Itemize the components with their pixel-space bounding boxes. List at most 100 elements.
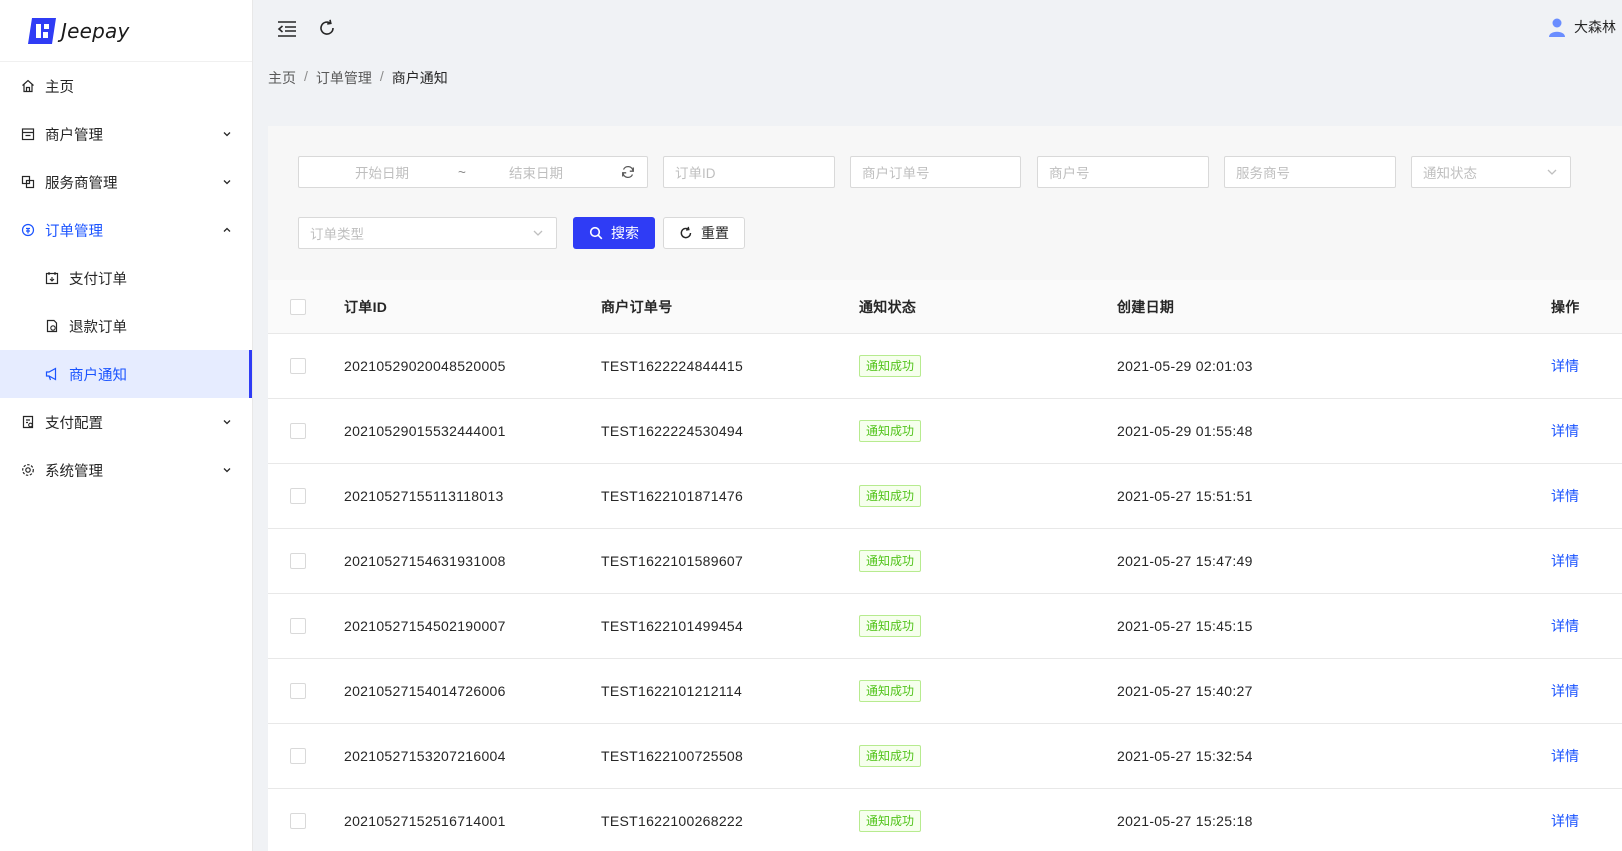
chevron-down-icon [1546,166,1558,178]
mch-order-no-cell: TEST1622101499454 [601,618,744,634]
sidebar-item-label: 系统管理 [45,463,103,480]
table-row: 20210527154014726006 TEST1622101212114 通… [268,659,1622,724]
pay-config-icon [20,414,36,430]
status-badge: 通知成功 [859,810,922,832]
order-id-cell: 20210529020048520005 [344,358,506,374]
select-all-checkbox[interactable] [290,298,306,315]
content-card: 开始日期 ~ 结束日期 订单ID 商户订单号 商户号 服务商号 通知状态 订单类… [268,126,1622,851]
sidebar-item-notify[interactable]: 商户通知 [0,350,252,398]
breadcrumb-home[interactable]: 主页 [268,68,296,88]
detail-link[interactable]: 详情 [1551,746,1579,766]
sidebar-item-refund-order[interactable]: 退款订单 [0,302,252,350]
order-id-cell: 20210527155113118013 [344,488,504,504]
reset-button[interactable]: 重置 [663,217,745,249]
start-date-input[interactable]: 开始日期 [355,162,409,182]
sidebar-item-isv[interactable]: 服务商管理 [0,158,252,206]
reset-button-label: 重置 [701,225,729,241]
order-icon [20,222,36,238]
top-header: 大森林 [253,0,1622,58]
table-row: 20210527154631931008 TEST1622101589607 通… [268,529,1622,594]
logo[interactable]: Jeepay [0,0,252,62]
detail-link[interactable]: 详情 [1551,681,1579,701]
shop-icon [20,126,36,142]
mch-order-no-cell: TEST1622224844415 [601,358,744,374]
sidebar-item-orders[interactable]: 订单管理 [0,206,252,254]
created-date-cell: 2021-05-27 15:47:49 [1117,553,1253,569]
status-badge: 通知成功 [859,680,922,702]
search-button[interactable]: 搜索 [573,217,655,249]
detail-link[interactable]: 详情 [1551,486,1579,506]
detail-link[interactable]: 详情 [1551,811,1579,831]
mch-order-no-input[interactable]: 商户订单号 [850,156,1021,188]
order-id-cell: 20210527154014726006 [344,683,506,699]
detail-link[interactable]: 详情 [1551,551,1579,571]
order-type-select[interactable]: 订单类型 [298,217,557,249]
refresh-icon[interactable] [621,165,635,179]
table-row: 20210527152516714001 TEST1622100268222 通… [268,789,1622,851]
user-menu[interactable]: 大森林 [1546,16,1616,38]
detail-link[interactable]: 详情 [1551,421,1579,441]
status-badge: 通知成功 [859,550,922,572]
row-checkbox[interactable] [290,683,306,699]
row-checkbox[interactable] [290,553,306,569]
sidebar: Jeepay 主页 商户管理 服务商管理 订单管理 支付订单 退款订单 商户通知… [0,0,253,851]
table-row: 20210527153207216004 TEST1622100725508 通… [268,724,1622,789]
mch-no-input[interactable]: 商户号 [1037,156,1209,188]
row-checkbox[interactable] [290,618,306,634]
created-date-cell: 2021-05-29 01:55:48 [1117,423,1253,439]
date-range-picker[interactable]: 开始日期 ~ 结束日期 [298,156,648,188]
mch-order-no-cell: TEST1622100268222 [601,813,744,829]
detail-link[interactable]: 详情 [1551,616,1579,636]
notify-state-placeholder: 通知状态 [1423,166,1477,181]
reload-icon [679,226,693,240]
table-row: 20210527155113118013 TEST1622101871476 通… [268,464,1622,529]
order-id-cell: 20210527152516714001 [344,813,506,829]
row-checkbox[interactable] [290,423,306,439]
row-checkbox[interactable] [290,488,306,504]
order-id-input[interactable]: 订单ID [663,156,835,188]
sidebar-item-label: 订单管理 [45,223,103,240]
column-header: 创建日期 [1117,298,1175,315]
sidebar-item-label: 退款订单 [69,319,127,336]
sidebar-item-home[interactable]: 主页 [0,62,252,110]
sidebar-item-system[interactable]: 系统管理 [0,446,252,494]
sidebar-item-label: 支付订单 [69,271,127,288]
order-id-cell: 20210527153207216004 [344,748,506,764]
row-checkbox[interactable] [290,813,306,829]
isv-no-input[interactable]: 服务商号 [1224,156,1396,188]
created-date-cell: 2021-05-27 15:25:18 [1117,813,1253,829]
brand-name: Jeepay [61,18,130,43]
order-id-cell: 20210527154502190007 [344,618,506,634]
column-header: 操作 [1551,298,1580,315]
column-header: 商户订单号 [601,298,673,315]
row-checkbox[interactable] [290,748,306,764]
mch-order-no-cell: TEST1622100725508 [601,748,744,764]
menu-fold-icon[interactable] [275,17,299,41]
sidebar-item-pay-config[interactable]: 支付配置 [0,398,252,446]
column-header: 通知状态 [859,298,917,315]
order-id-cell: 20210529015532444001 [344,423,506,439]
detail-link[interactable]: 详情 [1551,356,1579,376]
pay-order-icon [44,270,60,286]
created-date-cell: 2021-05-27 15:40:27 [1117,683,1253,699]
sidebar-item-label: 商户通知 [69,367,127,384]
row-checkbox[interactable] [290,358,306,374]
partner-icon [20,174,36,190]
sidebar-item-label: 服务商管理 [45,175,118,192]
created-date-cell: 2021-05-27 15:51:51 [1117,488,1253,504]
chevron-down-icon [222,417,232,427]
end-date-input[interactable]: 结束日期 [509,162,563,182]
table-row: 20210527154502190007 TEST1622101499454 通… [268,594,1622,659]
table-row: 20210529020048520005 TEST1622224844415 通… [268,334,1622,399]
mch-order-no-cell: TEST1622101871476 [601,488,744,504]
reload-icon[interactable] [315,16,339,40]
order-id-cell: 20210527154631931008 [344,553,506,569]
breadcrumb-section[interactable]: 订单管理 [316,68,372,88]
chevron-down-icon [222,465,232,475]
sidebar-item-pay-order[interactable]: 支付订单 [0,254,252,302]
notify-state-select[interactable]: 通知状态 [1411,156,1571,188]
sidebar-item-merchant[interactable]: 商户管理 [0,110,252,158]
status-badge: 通知成功 [859,615,922,637]
breadcrumb: 主页 / 订单管理 / 商户通知 [268,68,448,88]
chevron-down-icon [222,129,232,139]
